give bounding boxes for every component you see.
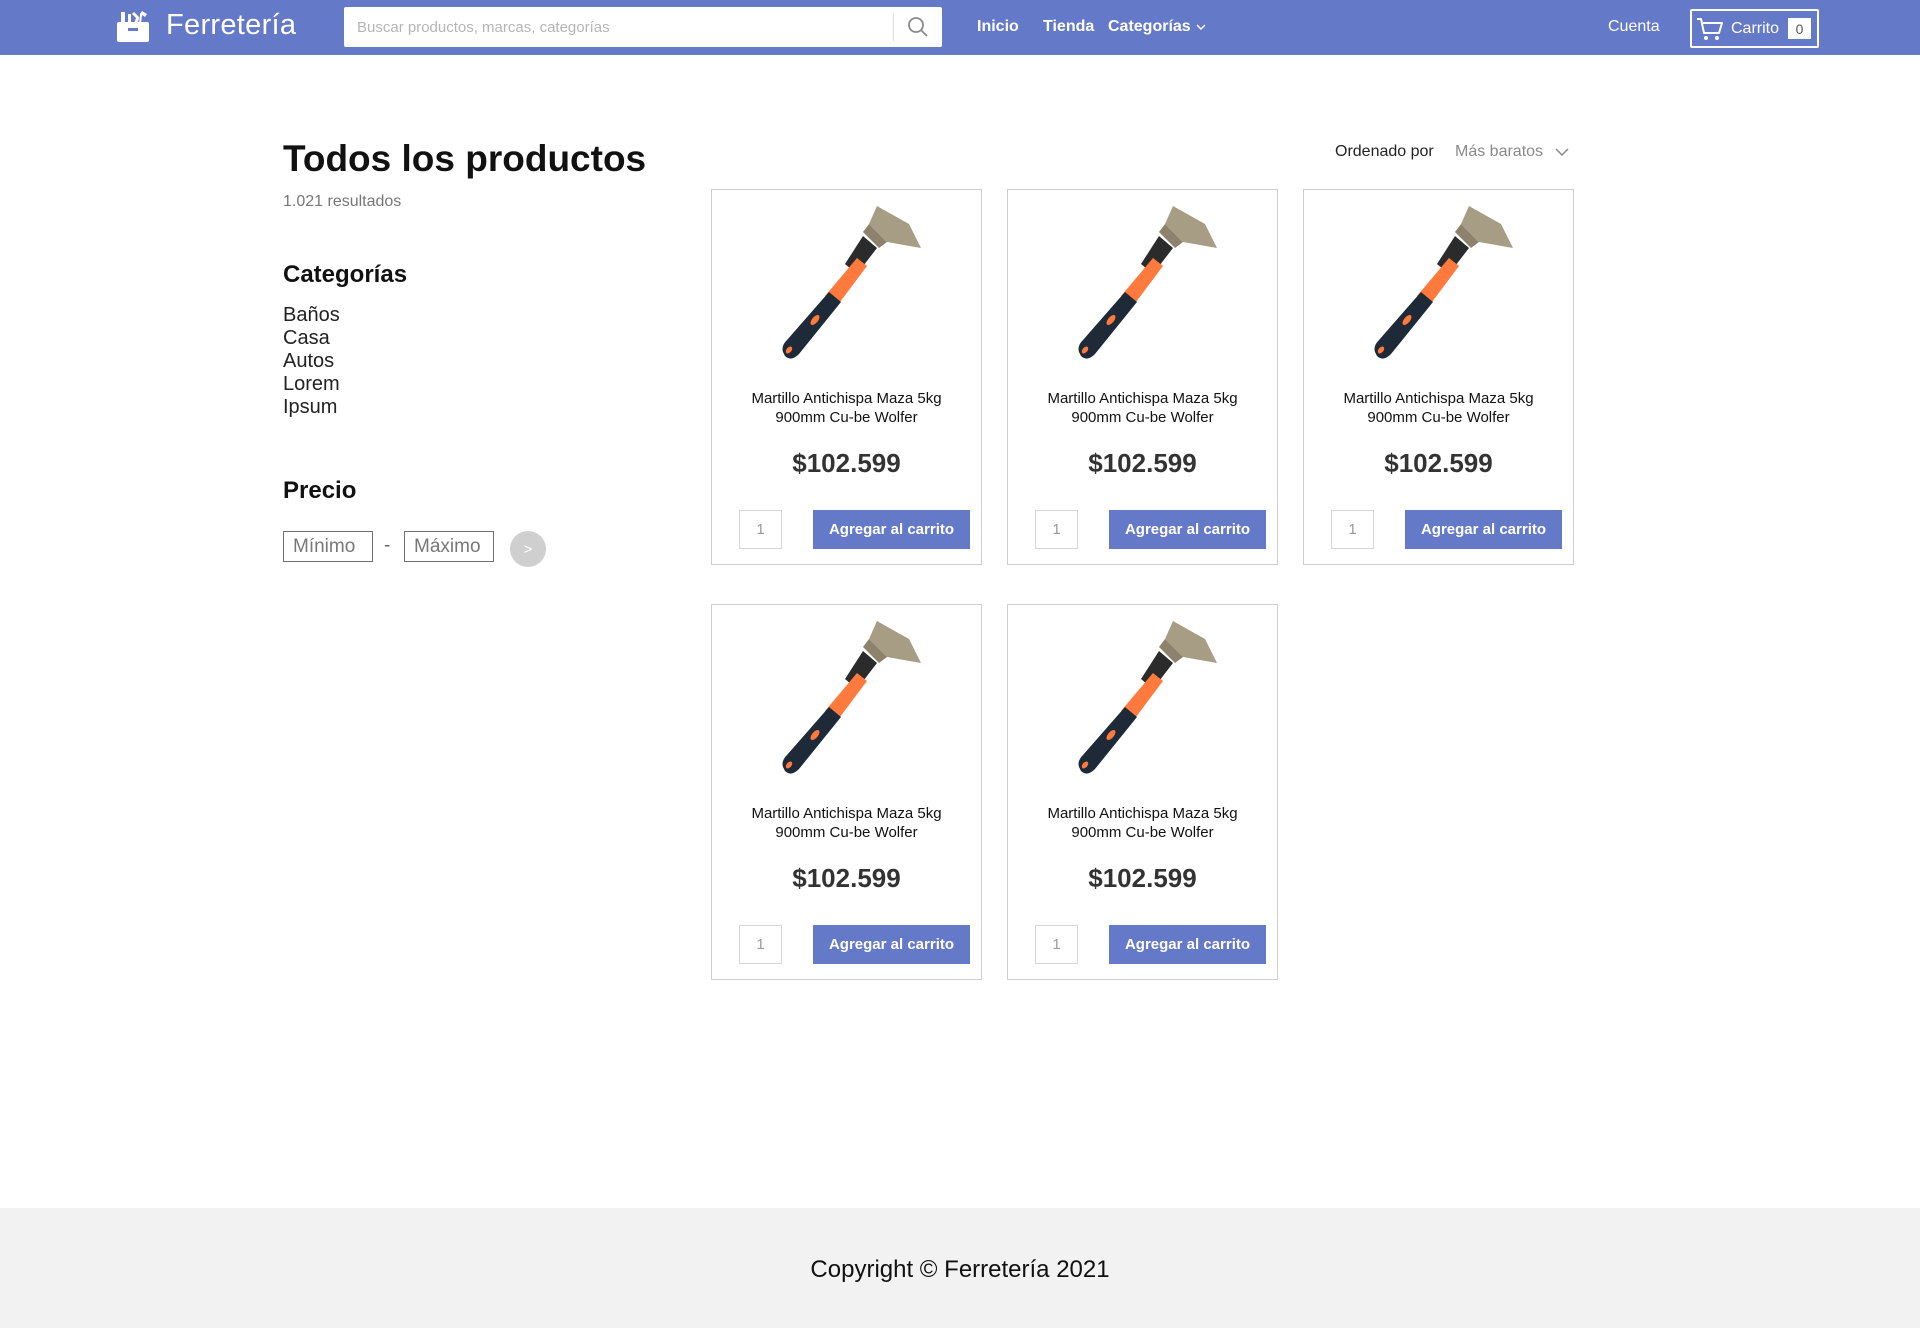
quantity-input[interactable] xyxy=(739,510,782,549)
footer-copyright: Copyright © Ferretería 2021 xyxy=(810,1256,1110,1283)
price-range-dash: - xyxy=(384,535,391,556)
footer: Copyright © Ferretería 2021 xyxy=(0,1208,1920,1328)
product-price: $102.599 xyxy=(1088,863,1197,893)
category-item-casa[interactable]: Casa xyxy=(283,327,340,350)
price-max-input[interactable] xyxy=(404,531,494,562)
product-card: Martillo Antichispa Maza 5kg 900mm Cu-be… xyxy=(711,189,982,565)
price-heading: Precio xyxy=(283,477,357,504)
chevron-down-icon xyxy=(1196,23,1206,30)
hammer-icon[interactable] xyxy=(1351,196,1526,371)
quantity-input[interactable] xyxy=(1035,925,1078,964)
category-list: Baños Casa Autos Lorem Ipsum xyxy=(283,304,340,419)
quantity-input[interactable] xyxy=(1331,510,1374,549)
price-min-input[interactable] xyxy=(283,531,373,562)
add-to-cart-button[interactable]: Agregar al carrito xyxy=(1405,510,1562,549)
nav-dropdown-categorias[interactable]: Categorías xyxy=(1108,18,1206,36)
quantity-input[interactable] xyxy=(739,925,782,964)
categories-heading: Categorías xyxy=(283,261,408,288)
navbar: Ferretería Inicio Tienda Categorías Cuen… xyxy=(0,0,1920,55)
hammer-icon[interactable] xyxy=(759,611,934,786)
sort-label: Ordenado por xyxy=(1335,143,1434,160)
category-item-banos[interactable]: Baños xyxy=(283,304,340,327)
product-price: $102.599 xyxy=(1384,448,1493,478)
results-count: 1.021 resultados xyxy=(283,193,402,210)
add-to-cart-button[interactable]: Agregar al carrito xyxy=(813,510,970,549)
add-to-cart-button[interactable]: Agregar al carrito xyxy=(1109,925,1266,964)
product-card: Martillo Antichispa Maza 5kg 900mm Cu-be… xyxy=(1007,189,1278,565)
product-price: $102.599 xyxy=(792,863,901,893)
product-name[interactable]: Martillo Antichispa Maza 5kg 900mm Cu-be… xyxy=(1008,389,1277,427)
brand-name[interactable]: Ferretería xyxy=(166,9,296,42)
page-title: Todos los productos xyxy=(283,138,647,179)
nav-link-inicio[interactable]: Inicio xyxy=(977,18,1019,36)
search-icon xyxy=(908,17,928,37)
sort-value: Más baratos xyxy=(1455,143,1544,160)
quantity-input[interactable] xyxy=(1035,510,1078,549)
add-to-cart-button[interactable]: Agregar al carrito xyxy=(813,925,970,964)
search-button[interactable] xyxy=(894,7,942,47)
toolbox-logo-icon[interactable] xyxy=(115,8,151,44)
cart-count-badge: 0 xyxy=(1788,18,1812,39)
nav-link-cuenta[interactable]: Cuenta xyxy=(1608,18,1660,36)
category-item-lorem[interactable]: Lorem xyxy=(283,373,340,396)
cart-button[interactable]: Carrito 0 xyxy=(1690,9,1819,48)
search-bar xyxy=(344,7,942,47)
hammer-icon[interactable] xyxy=(1055,196,1230,371)
search-input[interactable] xyxy=(344,7,892,47)
product-price: $102.599 xyxy=(792,448,901,478)
nav-link-tienda[interactable]: Tienda xyxy=(1043,18,1094,36)
price-filter-button[interactable]: > xyxy=(510,531,546,567)
sort-dropdown[interactable]: Más baratos xyxy=(1455,143,1569,161)
nav-categorias-label: Categorías xyxy=(1108,18,1191,35)
category-item-ipsum[interactable]: Ipsum xyxy=(283,396,340,419)
product-name[interactable]: Martillo Antichispa Maza 5kg 900mm Cu-be… xyxy=(1008,804,1277,842)
category-item-autos[interactable]: Autos xyxy=(283,350,340,373)
product-card: Martillo Antichispa Maza 5kg 900mm Cu-be… xyxy=(711,604,982,980)
product-name[interactable]: Martillo Antichispa Maza 5kg 900mm Cu-be… xyxy=(712,389,981,427)
product-card: Martillo Antichispa Maza 5kg 900mm Cu-be… xyxy=(1007,604,1278,980)
cart-label: Carrito xyxy=(1731,19,1780,37)
product-name[interactable]: Martillo Antichispa Maza 5kg 900mm Cu-be… xyxy=(712,804,981,842)
product-name[interactable]: Martillo Antichispa Maza 5kg 900mm Cu-be… xyxy=(1304,389,1573,427)
add-to-cart-button[interactable]: Agregar al carrito xyxy=(1109,510,1266,549)
shopping-cart-icon xyxy=(1697,17,1723,40)
product-price: $102.599 xyxy=(1088,448,1197,478)
hammer-icon[interactable] xyxy=(759,196,934,371)
product-card: Martillo Antichispa Maza 5kg 900mm Cu-be… xyxy=(1303,189,1574,565)
hammer-icon[interactable] xyxy=(1055,611,1230,786)
chevron-down-icon xyxy=(1555,148,1569,156)
